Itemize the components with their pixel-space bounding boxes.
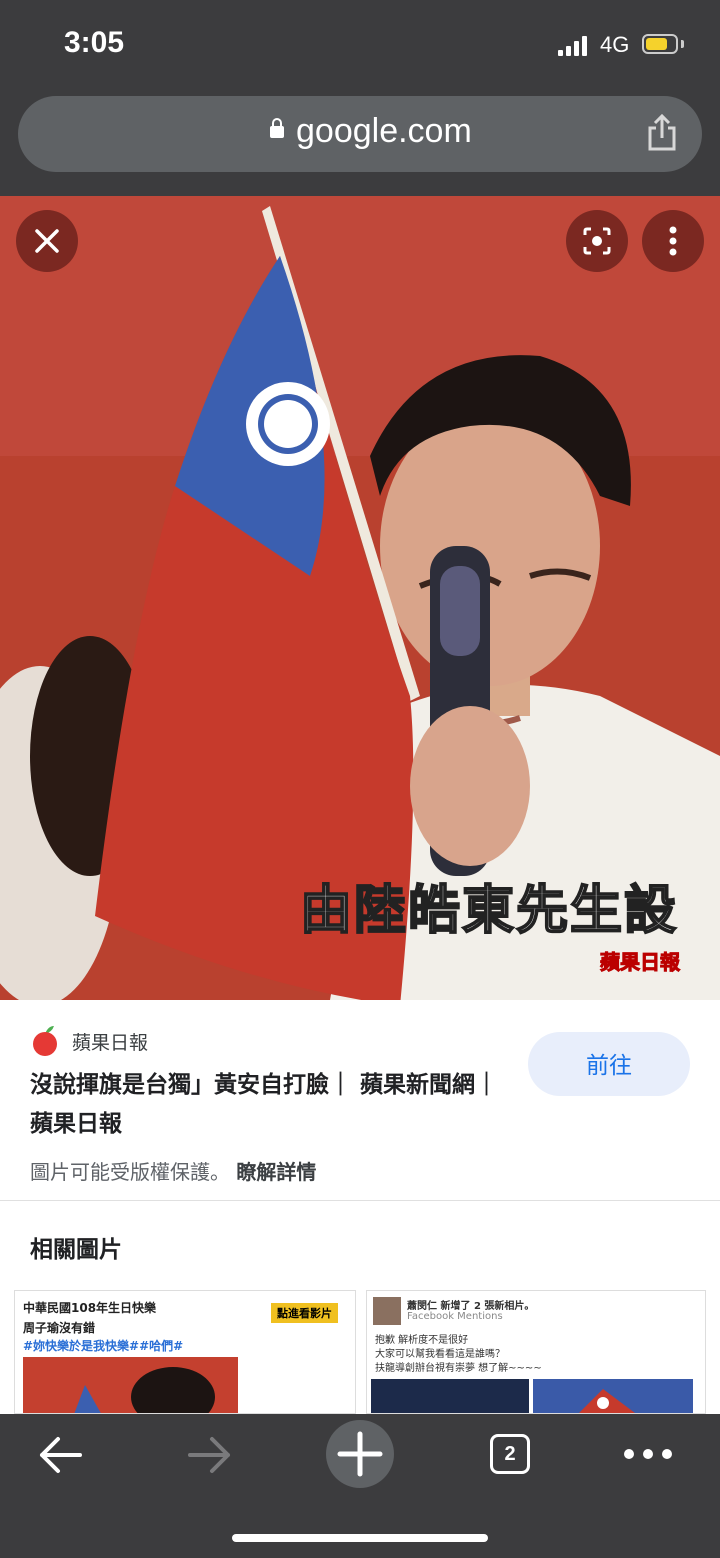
section-divider xyxy=(0,1200,720,1201)
address-bar[interactable]: google.com xyxy=(18,96,702,172)
battery-cap xyxy=(681,40,684,48)
battery-level xyxy=(646,38,667,50)
browser-chrome: google.com xyxy=(0,90,720,196)
image-preview[interactable]: 由陸皓東先生設 蘋果日報 xyxy=(0,196,720,1000)
copyright-text: 圖片可能受版權保護。 xyxy=(30,1160,230,1184)
more-options-button[interactable] xyxy=(642,210,704,272)
copyright-notice: 圖片可能受版權保護。 瞭解詳情 xyxy=(30,1156,316,1185)
source-name: 蘋果日報 xyxy=(72,1032,149,1054)
thumb-text: 抱歉 解析度不是很好 xyxy=(375,1335,469,1346)
tab-switcher-button[interactable]: 2 xyxy=(490,1434,530,1474)
result-title[interactable]: 沒說揮旗是台獨」黃安自打臉｜ 蘋果新聞網｜ 蘋果日報 xyxy=(30,1066,510,1144)
lens-button[interactable] xyxy=(566,210,628,272)
status-bar: 3:05 4G xyxy=(0,0,720,90)
thumb-text: Facebook Mentions xyxy=(407,1311,503,1322)
related-image-thumb[interactable]: 蕭閔仁 新增了 2 張新相片。 Facebook Mentions 抱歉 解析度… xyxy=(366,1290,706,1414)
close-button[interactable] xyxy=(16,210,78,272)
lock-icon xyxy=(270,118,284,138)
thumb-photo xyxy=(533,1379,693,1413)
home-indicator xyxy=(232,1534,488,1542)
more-horiz-icon[interactable] xyxy=(622,1444,674,1464)
image-caption-text: 由陸皓東先生設 xyxy=(299,879,679,942)
apple-daily-logo-icon xyxy=(33,1026,57,1056)
network-type: 4G xyxy=(600,32,630,57)
related-image-thumb[interactable]: 中華民國108年生日快樂 周子瑜沒有錯 #妳快樂於是我快樂##哈們# 點進看影片 xyxy=(14,1290,356,1414)
thumb-text: #妳快樂於是我快樂##哈們# xyxy=(23,1339,184,1353)
thumb-text: 中華民國108年生日快樂 xyxy=(23,1301,157,1315)
share-icon[interactable] xyxy=(646,114,678,152)
visit-button[interactable]: 前往 xyxy=(528,1032,690,1096)
thumb-text: 周子瑜沒有錯 xyxy=(23,1321,96,1335)
plus-icon xyxy=(337,1431,383,1477)
more-vert-icon xyxy=(669,226,677,256)
status-time: 3:05 xyxy=(64,26,125,59)
battery-icon xyxy=(642,34,678,54)
forward-arrow-icon[interactable] xyxy=(186,1434,234,1476)
thumb-photo xyxy=(23,1357,238,1413)
thumb-text: 扶龍導創辦台視有崇夢 想了解~~~~ xyxy=(375,1363,542,1374)
learn-more-link[interactable]: 瞭解詳情 xyxy=(236,1160,316,1184)
image-watermark: 蘋果日報 xyxy=(600,950,681,975)
back-arrow-icon[interactable] xyxy=(36,1434,84,1476)
new-tab-button[interactable] xyxy=(326,1420,394,1488)
thumb-text: 蕭閔仁 新增了 2 張新相片。 xyxy=(407,1301,535,1312)
close-icon xyxy=(35,229,59,253)
cellular-signal-icon xyxy=(558,36,587,56)
url-domain: google.com xyxy=(296,112,472,150)
result-details: 蘋果日報 沒說揮旗是台獨」黃安自打臉｜ 蘋果新聞網｜ 蘋果日報 前往 圖片可能受… xyxy=(0,1000,720,1200)
thumb-badge: 點進看影片 xyxy=(271,1303,338,1323)
lens-icon xyxy=(583,227,611,255)
related-images-heading: 相關圖片 xyxy=(30,1237,122,1263)
avatar xyxy=(373,1297,401,1325)
thumb-text: 大家可以幫我看看這是誰嗎？ xyxy=(375,1349,505,1360)
thumb-photo xyxy=(371,1379,529,1413)
